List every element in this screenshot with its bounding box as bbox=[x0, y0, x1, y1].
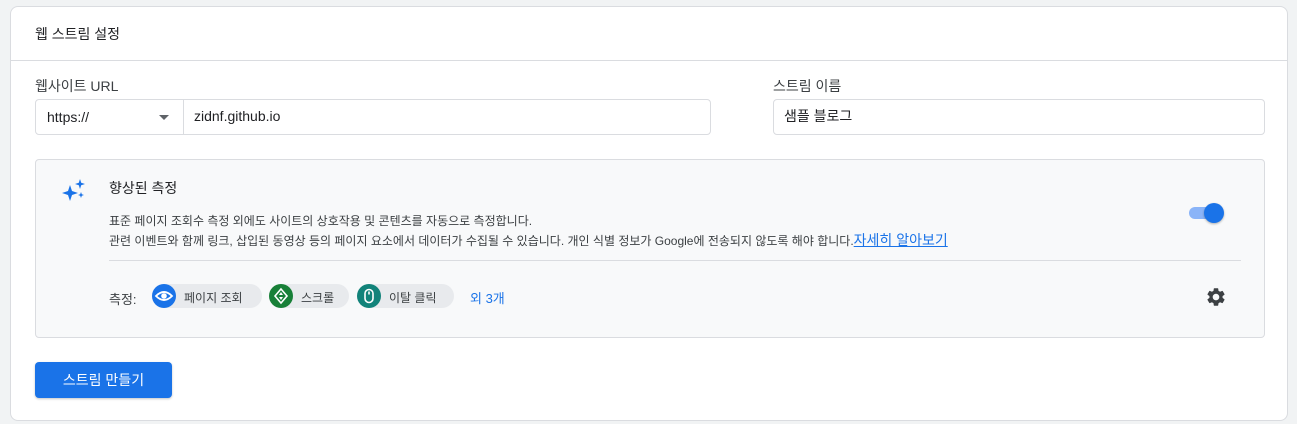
description-text: 관련 이벤트와 함께 링크, 삽입된 동영상 등의 페이지 요소에서 데이터가 … bbox=[109, 234, 854, 248]
divider bbox=[109, 260, 1241, 261]
sparkle-icon bbox=[62, 179, 85, 201]
chip-label: 이탈 클릭 bbox=[389, 291, 437, 305]
website-url-field[interactable] bbox=[183, 99, 711, 135]
enhanced-measurement-panel: 향상된 측정 표준 페이지 조회수 측정 외에도 사이트의 상호작용 및 콘텐츠… bbox=[35, 159, 1265, 338]
protocol-value: https:// bbox=[47, 109, 90, 125]
stream-name-label: 스트림 이름 bbox=[773, 78, 842, 94]
more-measurements-link[interactable]: 외 3개 bbox=[470, 288, 505, 307]
card-header: 웹 스트림 설정 bbox=[11, 7, 1287, 61]
scroll-icon bbox=[269, 284, 293, 308]
page-view-chip[interactable]: 페이지 조회 bbox=[152, 284, 262, 308]
enhanced-measurement-description-2: 관련 이벤트와 함께 링크, 삽입된 동영상 등의 페이지 요소에서 데이터가 … bbox=[109, 230, 948, 250]
enhanced-measurement-description-1: 표준 페이지 조회수 측정 외에도 사이트의 상호작용 및 콘텐츠를 자동으로 … bbox=[109, 214, 533, 228]
measuring-label: 측정: bbox=[109, 292, 137, 307]
stream-name-field[interactable] bbox=[773, 99, 1265, 135]
toggle-thumb bbox=[1204, 203, 1224, 223]
gear-icon[interactable] bbox=[1205, 286, 1227, 308]
enhanced-measurement-toggle[interactable] bbox=[1188, 202, 1224, 224]
chip-label: 페이지 조회 bbox=[184, 291, 243, 305]
chevron-down-icon bbox=[159, 115, 169, 120]
website-url-input[interactable] bbox=[194, 108, 668, 124]
web-stream-settings-card: 웹 스트림 설정 웹사이트 URL https:// 스트림 이름 향상된 측정… bbox=[10, 6, 1288, 421]
stream-name-input[interactable] bbox=[784, 108, 1225, 124]
learn-more-link[interactable]: 자세히 알아보기 bbox=[854, 232, 948, 248]
eye-icon bbox=[152, 284, 176, 308]
create-stream-button[interactable]: 스트림 만들기 bbox=[35, 362, 172, 398]
chip-label: 스크롤 bbox=[301, 291, 335, 305]
card-title: 웹 스트림 설정 bbox=[35, 26, 121, 42]
outbound-click-chip[interactable]: 이탈 클릭 bbox=[357, 284, 454, 308]
enhanced-measurement-title: 향상된 측정 bbox=[109, 180, 178, 196]
scroll-chip[interactable]: 스크롤 bbox=[269, 284, 349, 308]
protocol-select[interactable]: https:// bbox=[35, 99, 184, 135]
mouse-icon bbox=[357, 284, 381, 308]
website-url-label: 웹사이트 URL bbox=[35, 78, 119, 94]
